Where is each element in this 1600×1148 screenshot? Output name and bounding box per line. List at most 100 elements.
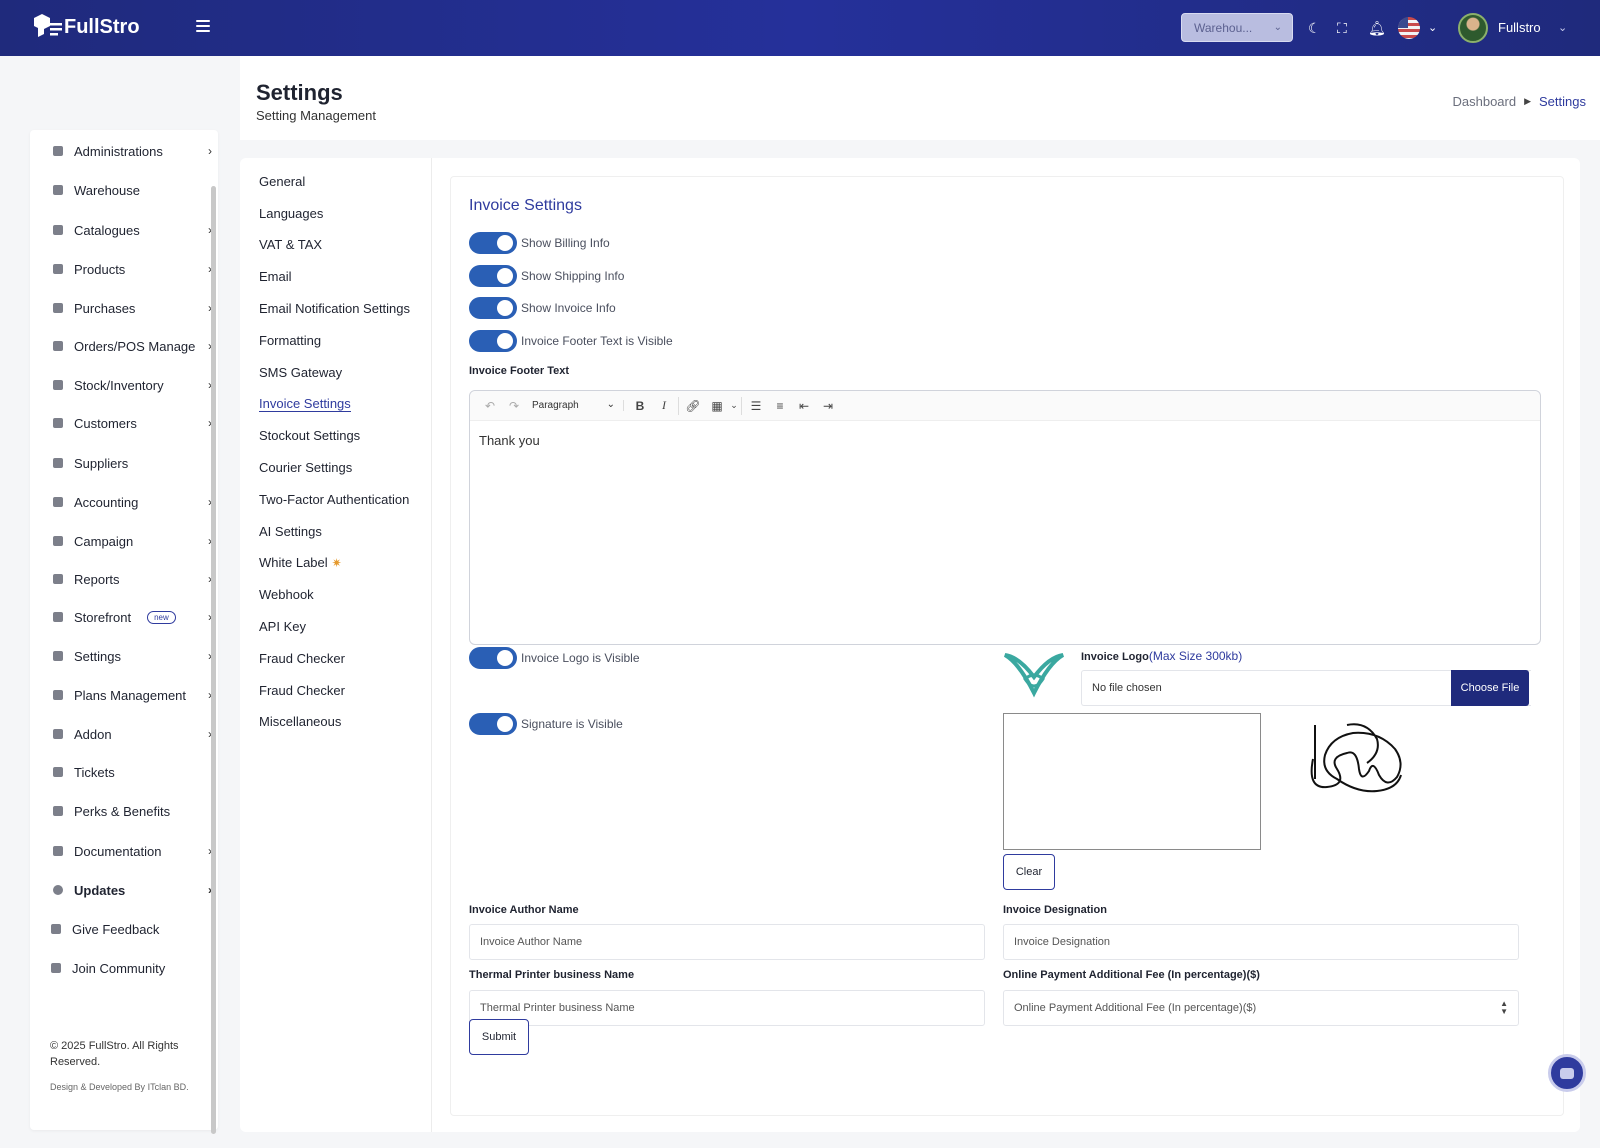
stepper-icon[interactable]: ▲ ▼ <box>1500 1000 1508 1016</box>
settings-nav: General Languages VAT & TAX Email Email … <box>240 158 432 1132</box>
author-name-input[interactable]: Invoice Author Name <box>469 924 985 960</box>
sidebar-item-storefront[interactable]: Storefront new › <box>52 607 212 627</box>
numbered-list-icon[interactable]: ≡ <box>768 399 792 413</box>
flag-icon[interactable] <box>1398 17 1420 39</box>
moon-icon[interactable]: ☾ <box>1308 18 1321 38</box>
sidebar-item-tickets[interactable]: Tickets <box>52 762 212 782</box>
sidebar-item-accounting[interactable]: Accounting › <box>52 492 212 512</box>
billing-toggle[interactable] <box>469 232 517 254</box>
settings-nav-email-notification[interactable]: Email Notification Settings <box>259 301 410 316</box>
designation-label: Invoice Designation <box>1003 904 1107 916</box>
redo-icon[interactable]: ↷ <box>502 399 526 413</box>
settings-nav-api-key[interactable]: API Key <box>259 619 306 634</box>
sidebar-item-label: Settings <box>74 648 121 664</box>
sidebar-item-orders[interactable]: Orders/POS Manage › <box>52 336 212 356</box>
warehouse-select[interactable]: Warehou... ⌄ <box>1181 13 1293 42</box>
settings-nav-fraud-checker[interactable]: Fraud Checker <box>259 651 345 666</box>
payment-fee-placeholder: Online Payment Additional Fee (In percen… <box>1014 1002 1257 1014</box>
breadcrumb-current: Settings <box>1539 94 1586 109</box>
brand-logo[interactable]: FullStro <box>30 14 140 40</box>
credit-company[interactable]: ITclan BD. <box>148 1082 189 1092</box>
invoice-settings-panel: Invoice Settings Show Billing Info Show … <box>450 176 1564 1116</box>
payment-fee-input[interactable]: Online Payment Additional Fee (In percen… <box>1003 990 1519 1026</box>
thermal-printer-input[interactable]: Thermal Printer business Name <box>469 990 985 1026</box>
choose-file-button[interactable]: Choose File <box>1451 670 1529 706</box>
sidebar-item-community[interactable]: Join Community <box>50 958 210 978</box>
invoice-info-toggle[interactable] <box>469 297 517 319</box>
avatar[interactable] <box>1458 13 1488 43</box>
orders-icon <box>52 340 64 352</box>
user-name[interactable]: Fullstro <box>1498 20 1541 35</box>
sidebar-item-administrations[interactable]: Administrations › <box>52 141 212 161</box>
stock-icon <box>52 379 64 391</box>
sidebar-item-plans[interactable]: Plans Management › <box>52 685 212 705</box>
sidebar-item-settings[interactable]: Settings › <box>52 646 212 666</box>
credit-text: Design & Developed By ITclan BD. <box>50 1082 189 1092</box>
addon-icon <box>52 728 64 740</box>
chevron-down-icon[interactable]: ⌄ <box>1428 18 1437 38</box>
settings-nav-languages[interactable]: Languages <box>259 206 323 221</box>
sidebar-item-updates[interactable]: Updates › <box>52 880 212 900</box>
sidebar-item-customers[interactable]: Customers › <box>52 413 212 433</box>
sidebar-item-campaign[interactable]: Campaign › <box>52 531 212 551</box>
sidebar-scrollbar[interactable] <box>211 186 216 1134</box>
chevron-down-icon[interactable]: ⌄ <box>729 400 739 411</box>
settings-nav-vat-tax[interactable]: VAT & TAX <box>259 237 322 252</box>
chat-button[interactable] <box>1548 1054 1586 1092</box>
sidebar-item-perks[interactable]: Perks & Benefits <box>52 801 212 821</box>
settings-nav-formatting[interactable]: Formatting <box>259 333 321 348</box>
sidebar-item-warehouse[interactable]: Warehouse <box>52 180 212 200</box>
settings-nav-sms-gateway[interactable]: SMS Gateway <box>259 365 342 380</box>
settings-nav-ai[interactable]: AI Settings <box>259 524 322 539</box>
editor-content[interactable]: Thank you <box>470 421 1540 460</box>
breadcrumb-home[interactable]: Dashboard <box>1452 94 1516 109</box>
settings-nav-miscellaneous[interactable]: Miscellaneous <box>259 714 341 729</box>
indent-icon[interactable]: ⇥ <box>816 399 840 413</box>
clear-signature-button[interactable]: Clear <box>1003 854 1055 890</box>
sidebar-item-documentation[interactable]: Documentation › <box>52 841 212 861</box>
shipping-toggle[interactable] <box>469 265 517 287</box>
undo-icon[interactable]: ↶ <box>478 399 502 413</box>
toggle-row-invoice: Show Invoice Info <box>469 297 616 319</box>
sidebar-item-feedback[interactable]: Give Feedback <box>50 919 210 939</box>
settings-nav-white-label[interactable]: White Label ✷ <box>259 555 342 570</box>
credit-prefix: Design & Developed By <box>50 1082 146 1092</box>
logo-toggle[interactable] <box>469 647 517 669</box>
footer-text-toggle[interactable] <box>469 330 517 352</box>
settings-nav-webhook[interactable]: Webhook <box>259 587 314 602</box>
bell-icon[interactable]: 🔔︎ <box>1368 18 1386 38</box>
settings-nav-stockout[interactable]: Stockout Settings <box>259 428 360 443</box>
bulleted-list-icon[interactable]: ☰ <box>744 399 768 413</box>
signature-toggle[interactable] <box>469 713 517 735</box>
fullscreen-icon[interactable]: ⛶ <box>1337 18 1347 38</box>
sidebar-item-suppliers[interactable]: Suppliers <box>52 453 212 473</box>
settings-nav-email[interactable]: Email <box>259 269 292 284</box>
sidebar-item-addon[interactable]: Addon › <box>52 724 212 744</box>
menu-icon[interactable] <box>196 20 210 34</box>
submit-button[interactable]: Submit <box>469 1019 529 1055</box>
outdent-icon[interactable]: ⇤ <box>792 399 816 413</box>
italic-icon[interactable]: I <box>652 398 676 413</box>
link-icon[interactable]: 🔗︎ <box>681 399 705 413</box>
bold-icon[interactable]: B <box>628 399 652 413</box>
sidebar-item-label: Tickets <box>74 764 115 780</box>
settings-nav-invoice[interactable]: Invoice Settings <box>259 396 351 412</box>
settings-nav-fraud-checker-2[interactable]: Fraud Checker <box>259 683 345 698</box>
settings-nav-two-factor[interactable]: Two-Factor Authentication <box>259 492 409 507</box>
toggle-row-shipping: Show Shipping Info <box>469 265 624 287</box>
designation-input[interactable]: Invoice Designation <box>1003 924 1519 960</box>
sidebar-item-purchases[interactable]: Purchases › <box>52 298 212 318</box>
signature-pad[interactable] <box>1003 713 1261 850</box>
sidebar-item-catalogues[interactable]: Catalogues › <box>52 220 212 240</box>
toggle-row-signature: Signature is Visible <box>469 713 623 735</box>
paragraph-select[interactable]: Paragraph ⌄ <box>526 399 624 411</box>
toggle-row-logo: Invoice Logo is Visible <box>469 647 640 669</box>
table-icon[interactable]: ▦ <box>705 399 729 413</box>
invoice-logo-label-text: Invoice Logo <box>1081 651 1149 663</box>
chevron-down-icon[interactable]: ⌄ <box>1558 18 1567 38</box>
sidebar-item-products[interactable]: Products › <box>52 259 212 279</box>
sidebar-item-reports[interactable]: Reports › <box>52 569 212 589</box>
settings-nav-general[interactable]: General <box>259 174 305 189</box>
settings-nav-courier[interactable]: Courier Settings <box>259 460 352 475</box>
sidebar-item-stock[interactable]: Stock/Inventory › <box>52 375 212 395</box>
